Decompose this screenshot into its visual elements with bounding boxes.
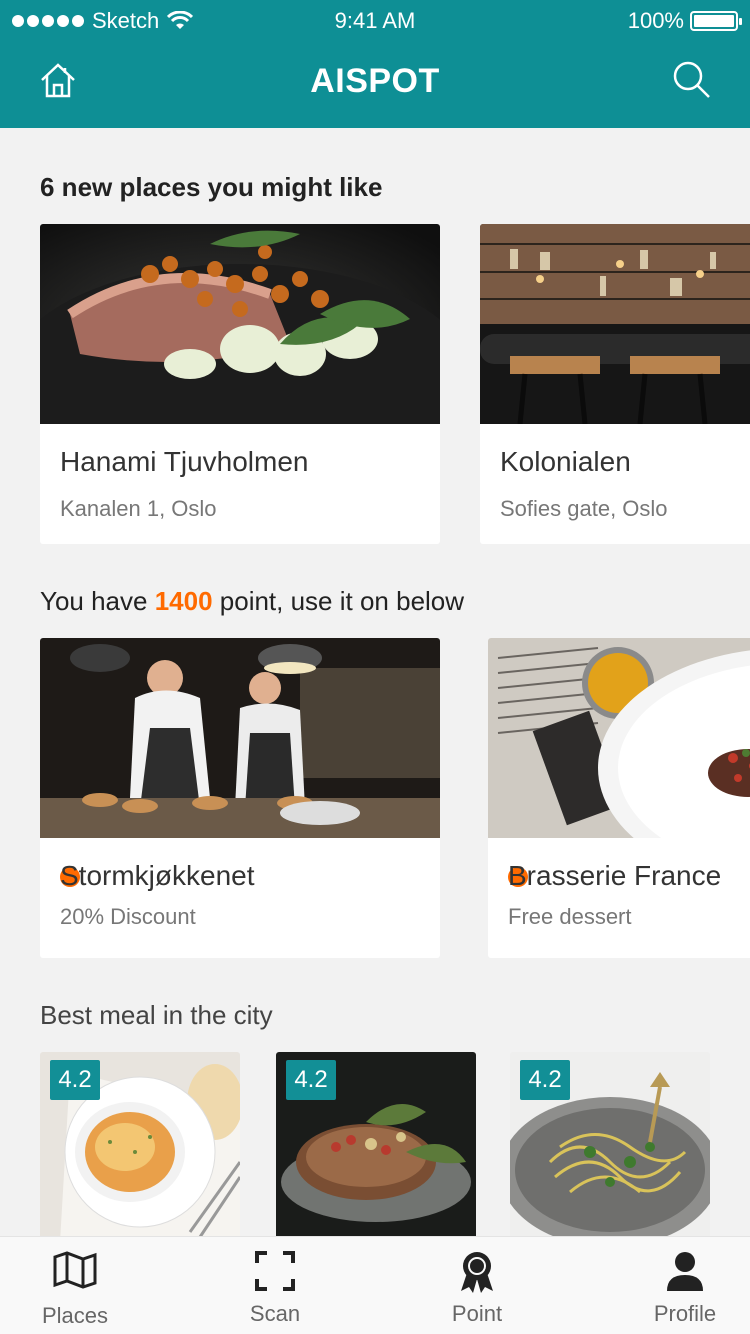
rating-badge: 4.2 bbox=[520, 1060, 570, 1100]
points-amount: 1400 bbox=[154, 586, 213, 616]
tab-places[interactable]: Places bbox=[0, 1237, 150, 1334]
place-card[interactable]: Hanami Tjuvholmen Kanalen 1, Oslo bbox=[40, 224, 440, 544]
place-photo bbox=[480, 224, 750, 424]
place-address: Sofies gate, Oslo bbox=[500, 496, 668, 521]
status-bar: Sketch 9:41 AM 100% bbox=[0, 0, 750, 44]
search-icon bbox=[673, 61, 710, 98]
app-title: AISPOT bbox=[310, 62, 440, 100]
offer-card[interactable]: 1200 Point Stormkjøkkenet 20% Discount bbox=[40, 638, 440, 958]
offer-name: Stormkjøkkenet bbox=[60, 860, 255, 891]
meal-card[interactable]: 4.2 bbox=[40, 1052, 240, 1242]
meal-card[interactable]: 4.2 bbox=[276, 1052, 476, 1242]
offer-card[interactable]: 1320 Point Brasserie France Free dessert bbox=[488, 638, 750, 958]
rating-badge: 4.2 bbox=[286, 1060, 336, 1100]
place-name: Kolonialen bbox=[500, 446, 631, 477]
offer-name: Brasserie France bbox=[508, 860, 722, 891]
battery-percent: 100% bbox=[627, 8, 684, 33]
new-places-heading: 6 new places you might like bbox=[40, 172, 383, 202]
scan-icon bbox=[255, 1251, 295, 1291]
app-header: Sketch 9:41 AM 100% AISPOT bbox=[0, 0, 750, 128]
points-heading: You have 1400 point, use it on below bbox=[40, 586, 465, 616]
place-card[interactable]: Kolonialen Sofies gate, Oslo bbox=[480, 224, 750, 544]
offer-text: 20% Discount bbox=[60, 904, 196, 929]
place-name: Hanami Tjuvholmen bbox=[60, 446, 309, 477]
search-button[interactable] bbox=[672, 60, 712, 100]
place-address: Kanalen 1, Oslo bbox=[60, 496, 217, 521]
offer-text: Free dessert bbox=[508, 904, 632, 929]
map-icon bbox=[53, 1251, 97, 1289]
best-meal-heading: Best meal in the city bbox=[40, 1000, 273, 1030]
tab-scan[interactable]: Scan bbox=[200, 1237, 350, 1334]
person-icon bbox=[667, 1252, 703, 1291]
tab-point[interactable]: Point bbox=[402, 1237, 552, 1334]
battery-icon bbox=[690, 11, 742, 31]
meal-card[interactable]: 4.2 bbox=[510, 1052, 710, 1242]
tab-profile[interactable]: Profile bbox=[610, 1237, 750, 1334]
bottom-tab-bar: Places Scan Point Profile bbox=[0, 1236, 750, 1334]
rating-badge: 4.2 bbox=[50, 1060, 100, 1100]
place-photo bbox=[40, 224, 440, 424]
award-icon bbox=[461, 1252, 493, 1293]
